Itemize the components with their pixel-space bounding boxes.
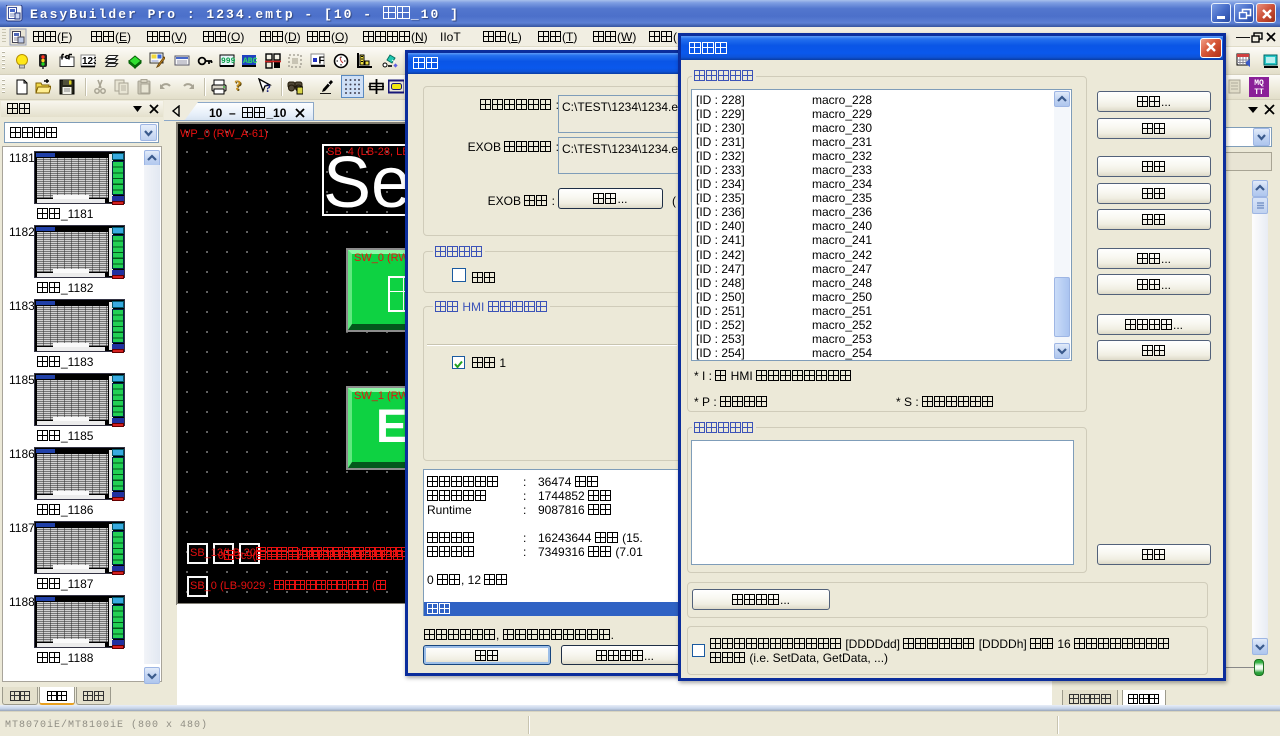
svg-text:123: 123 [82,56,96,67]
svg-text:ABC: ABC [243,57,257,66]
svg-text:999: 999 [221,57,235,66]
svg-text:F: F [319,56,325,67]
svg-text:?: ? [265,81,271,94]
